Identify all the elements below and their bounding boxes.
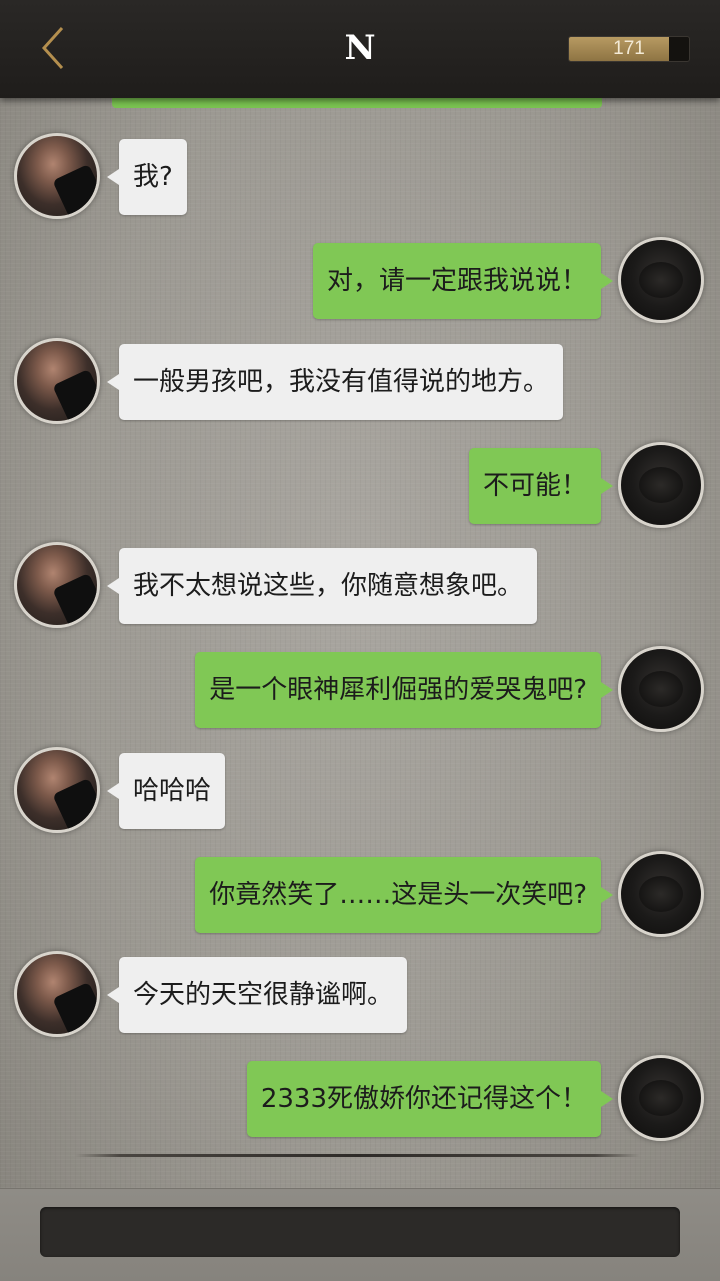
coin-counter: 171 [568,36,690,62]
message-bubble[interactable]: 一般男孩吧，我没有值得说的地方。 [106,343,564,420]
message-bubble[interactable]: 2333死傲娇你还记得这个！ [246,1061,614,1137]
message-bubble[interactable]: 我? [107,139,187,215]
message-bubble[interactable]: 今天的天空很静谧啊。 [106,957,408,1033]
my-avatar[interactable] [618,1055,704,1141]
message-bubble[interactable]: 对，请一定跟我说说！ [312,243,614,319]
message-bubble[interactable]: 我不太想说这些，你随意想象吧。 [106,548,538,624]
contact-avatar[interactable] [14,542,100,628]
message-bubble[interactable]: 不可能！ [468,447,614,524]
message-input[interactable] [40,1207,680,1257]
my-avatar[interactable] [618,646,704,732]
top-bar: N 171 [0,0,720,98]
my-avatar[interactable] [618,237,704,323]
message-bubble[interactable]: 哈哈哈 [106,752,226,829]
my-avatar[interactable] [618,850,704,937]
contact-avatar[interactable] [14,133,100,219]
contact-avatar[interactable] [14,746,100,833]
message-bubble[interactable]: 你竟然笑了……这是头一次笑吧? [195,856,613,933]
contact-avatar[interactable] [14,951,100,1037]
chat-divider [75,1154,640,1157]
coin-count: 171 [613,38,645,59]
contact-avatar[interactable] [14,337,100,424]
my-avatar[interactable] [618,441,704,528]
message-bubble[interactable]: 是一个眼神犀利倔强的爱哭鬼吧? [195,652,613,728]
